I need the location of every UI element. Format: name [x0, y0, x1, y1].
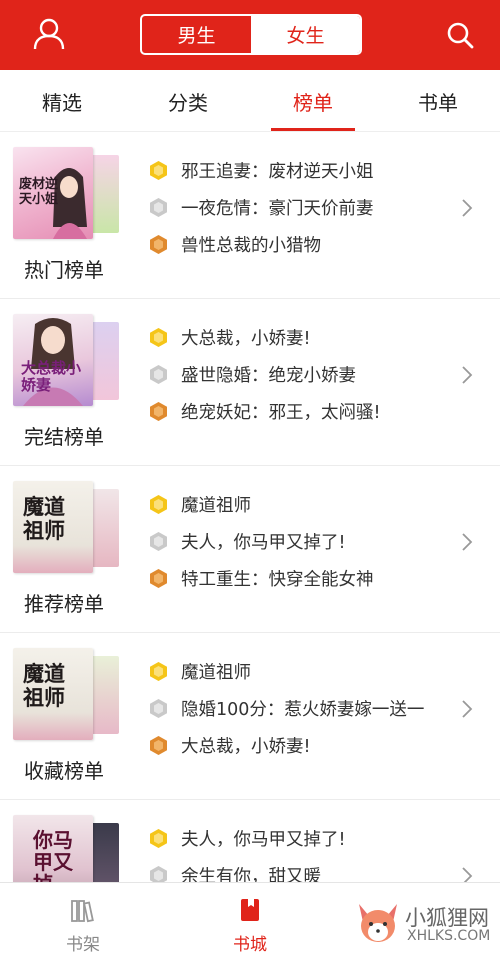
book-cover: 魔道祖师 [13, 648, 93, 740]
tab-category[interactable]: 分类 [138, 70, 238, 132]
gold-medal-icon [150, 328, 167, 347]
tab-rankings[interactable]: 榜单 [263, 70, 363, 132]
chevron-right-icon [462, 533, 473, 551]
fox-logo-icon [359, 904, 397, 942]
section-title: 完结榜单 [24, 425, 104, 449]
ranking-list: 魔道祖师 隐婚100分：惹火娇妻嫁一送一 大总裁，小娇妻! [150, 653, 450, 764]
ranking-item-3[interactable]: 绝宠妖妃：邪王，太闷骚! [150, 393, 450, 430]
cover-title: 魔道祖师 [23, 494, 65, 543]
bronze-medal-icon [150, 235, 167, 254]
cover-title: 大总裁小娇妻 [21, 359, 82, 394]
ranking-list: 大总裁，小娇妻! 盛世隐婚：绝宠小娇妻 绝宠妖妃：邪王，太闷骚! [150, 319, 450, 430]
user-icon[interactable] [32, 17, 66, 51]
active-tab-indicator [271, 128, 355, 131]
ranking-item-1[interactable]: 邪王追妻：废材逆天小姐 [150, 152, 450, 189]
gold-medal-icon [150, 495, 167, 514]
gender-tab-female[interactable]: 女生 [251, 16, 360, 53]
ranking-item-3[interactable]: 特工重生：快穿全能女神 [150, 560, 450, 597]
app-root: 男生 女生 精选 分类 榜单 书单 废材逆天小姐 热门榜单 邪王追妻：废材逆天小… [0, 0, 500, 953]
bronze-medal-icon [150, 402, 167, 421]
watermark: 小狐狸网 XHLKS.COM [355, 896, 495, 951]
book-cover-stack: 魔道祖师 [13, 648, 119, 740]
silver-medal-icon [150, 198, 167, 217]
gold-medal-icon [150, 161, 167, 180]
tab-featured[interactable]: 精选 [12, 70, 112, 132]
ranking-item-2[interactable]: 一夜危情：豪门天价前妻 [150, 189, 450, 226]
gold-medal-icon [150, 662, 167, 681]
ranking-section-hot[interactable]: 废材逆天小姐 热门榜单 邪王追妻：废材逆天小姐 一夜危情：豪门天价前妻 兽性总裁… [0, 132, 500, 299]
nav-label: 书架 [66, 935, 100, 953]
ranking-list: 邪王追妻：废材逆天小姐 一夜危情：豪门天价前妻 兽性总裁的小猎物 [150, 152, 450, 263]
gender-switch: 男生 女生 [140, 14, 362, 55]
nav-label: 书城 [233, 935, 267, 953]
ranking-item-2[interactable]: 盛世隐婚：绝宠小娇妻 [150, 356, 450, 393]
chevron-right-icon [462, 199, 473, 217]
gold-medal-icon [150, 829, 167, 848]
search-icon[interactable] [445, 20, 475, 50]
bookstore-icon [241, 899, 259, 921]
ranking-item-1[interactable]: 大总裁，小娇妻! [150, 319, 450, 356]
book-title: 大总裁，小娇妻! [181, 329, 311, 349]
bronze-medal-icon [150, 736, 167, 755]
book-cover: 大总裁小娇妻 [13, 314, 93, 406]
nav-bookshelf[interactable]: 书架 [33, 883, 133, 953]
ranking-item-1[interactable]: 魔道祖师 [150, 486, 450, 523]
ranking-section-favorites[interactable]: 魔道祖师 收藏榜单 魔道祖师 隐婚100分：惹火娇妻嫁一送一 大总裁，小娇妻! [0, 633, 500, 800]
book-cover-back [89, 489, 119, 567]
section-title: 推荐榜单 [24, 592, 104, 616]
bookshelf-icon [71, 900, 94, 923]
ranking-item-2[interactable]: 夫人，你马甲又掉了! [150, 523, 450, 560]
cover-title: 魔道祖师 [23, 661, 65, 710]
book-cover-back [89, 656, 119, 734]
bronze-medal-icon [150, 569, 167, 588]
ranking-item-1[interactable]: 魔道祖师 [150, 653, 450, 690]
book-title: 夫人，你马甲又掉了! [181, 533, 346, 553]
watermark-url: XHLKS.COM [407, 928, 491, 944]
book-cover-stack: 魔道祖师 [13, 481, 119, 573]
book-title: 隐婚100分：惹火娇妻嫁一送一 [181, 700, 425, 720]
book-cover: 魔道祖师 [13, 481, 93, 573]
book-title: 魔道祖师 [181, 663, 251, 683]
ranking-item-2[interactable]: 隐婚100分：惹火娇妻嫁一送一 [150, 690, 450, 727]
book-title: 兽性总裁的小猎物 [181, 236, 321, 256]
top-header: 男生 女生 [0, 0, 500, 70]
book-cover-stack: 大总裁小娇妻 [13, 314, 119, 406]
book-cover-back [89, 155, 119, 233]
category-tabs: 精选 分类 榜单 书单 [0, 70, 500, 132]
book-title: 一夜危情：豪门天价前妻 [181, 199, 374, 219]
ranking-section-completed[interactable]: 大总裁小娇妻 完结榜单 大总裁，小娇妻! 盛世隐婚：绝宠小娇妻 绝宠妖妃：邪王，… [0, 299, 500, 466]
cover-title: 废材逆天小姐 [19, 177, 59, 207]
book-cover-back [89, 322, 119, 400]
ranking-item-3[interactable]: 大总裁，小娇妻! [150, 727, 450, 764]
nav-bookstore[interactable]: 书城 [200, 883, 300, 953]
silver-medal-icon [150, 699, 167, 718]
book-title: 特工重生：快穿全能女神 [181, 570, 374, 590]
book-title: 邪王追妻：废材逆天小姐 [181, 162, 374, 182]
book-title: 魔道祖师 [181, 496, 251, 516]
book-title: 夫人，你马甲又掉了! [181, 830, 346, 850]
section-title: 收藏榜单 [24, 759, 104, 783]
book-title: 大总裁，小娇妻! [181, 737, 311, 757]
gender-tab-male[interactable]: 男生 [142, 16, 251, 53]
silver-medal-icon [150, 532, 167, 551]
ranking-section-recommended[interactable]: 魔道祖师 推荐榜单 魔道祖师 夫人，你马甲又掉了! 特工重生：快穿全能女神 [0, 466, 500, 633]
book-cover: 废材逆天小姐 [13, 147, 93, 239]
ranking-item-3[interactable]: 兽性总裁的小猎物 [150, 226, 450, 263]
book-cover-stack: 废材逆天小姐 [13, 147, 119, 239]
chevron-right-icon [462, 700, 473, 718]
ranking-item-1[interactable]: 夫人，你马甲又掉了! [150, 820, 450, 857]
section-title: 热门榜单 [24, 258, 104, 282]
silver-medal-icon [150, 365, 167, 384]
book-title: 盛世隐婚：绝宠小娇妻 [181, 366, 356, 386]
book-title: 绝宠妖妃：邪王，太闷骚! [181, 403, 381, 423]
ranking-list: 魔道祖师 夫人，你马甲又掉了! 特工重生：快穿全能女神 [150, 486, 450, 597]
chevron-right-icon [462, 366, 473, 384]
tab-booklists[interactable]: 书单 [388, 70, 488, 132]
